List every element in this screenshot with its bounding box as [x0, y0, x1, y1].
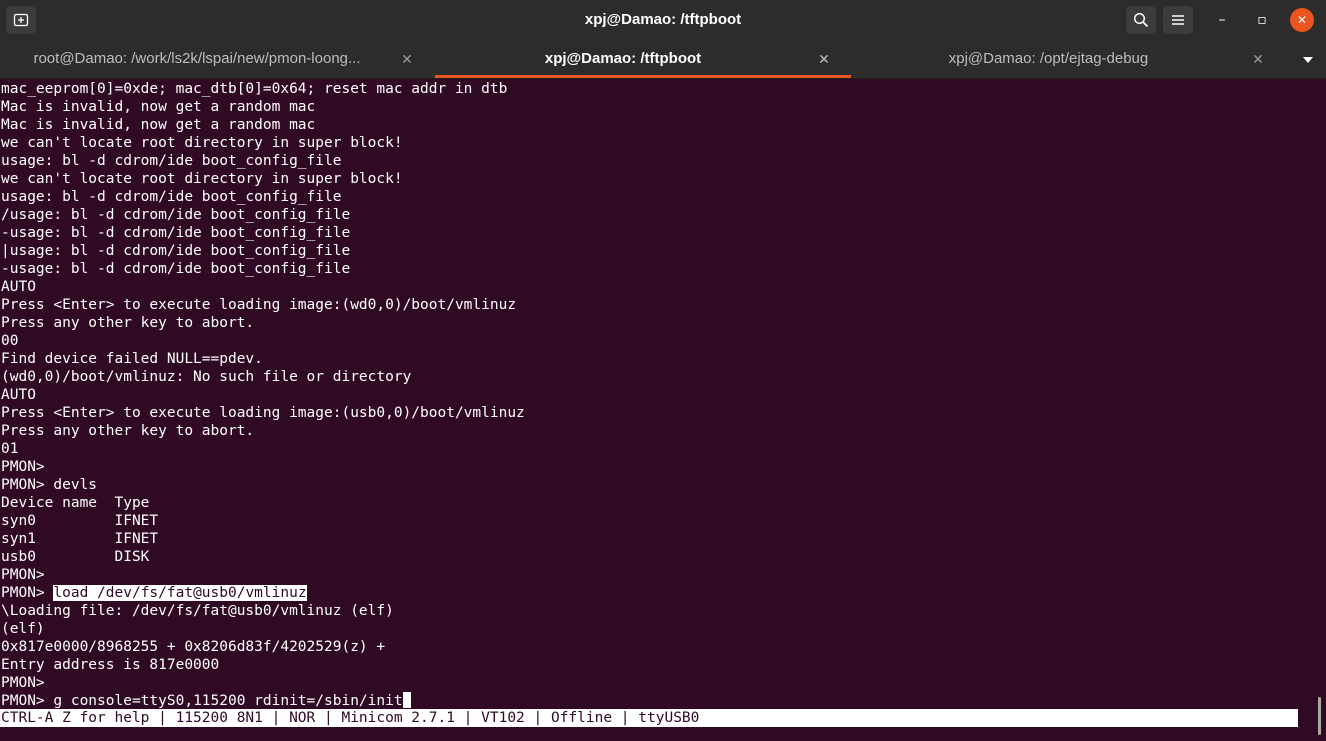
terminal-scrollbar[interactable]	[1312, 79, 1326, 741]
terminal-line: PMON>	[1, 675, 45, 691]
terminal-line: AUTO	[1, 387, 36, 403]
text-cursor	[402, 692, 411, 708]
hamburger-menu-icon	[1172, 15, 1184, 25]
search-button[interactable]	[1126, 6, 1156, 34]
terminal-line: PMON>	[1, 567, 45, 583]
maximize-icon: ▫	[1257, 12, 1267, 28]
tab-list-dropdown[interactable]	[1296, 40, 1320, 78]
tab-tftpboot[interactable]: xpj@Damao: /tftpboot ✕	[435, 40, 851, 78]
close-icon: ✕	[1296, 13, 1308, 27]
terminal-line: Find device failed NULL==pdev.	[1, 351, 263, 367]
scrollbar-thumb[interactable]	[1318, 697, 1321, 735]
prompt: PMON>	[1, 693, 54, 709]
tab-close-icon[interactable]: ✕	[1251, 40, 1265, 78]
terminal-line: PMON> devls	[1, 477, 98, 493]
active-tab-indicator	[435, 75, 851, 78]
terminal-line: syn0 IFNET	[1, 513, 159, 529]
search-icon	[1133, 12, 1149, 28]
tab-close-icon[interactable]: ✕	[400, 40, 414, 78]
terminal-line: 00	[1, 333, 19, 349]
terminal-line: we can't locate root directory in super …	[1, 135, 403, 151]
terminal-line: \Loading file: /dev/fs/fat@usb0/vmlinuz …	[1, 603, 394, 619]
terminal-line: PMON>	[1, 459, 45, 475]
tab-ejtag-debug[interactable]: xpj@Damao: /opt/ejtag-debug ✕	[852, 40, 1285, 78]
minicom-status-bar: CTRL-A Z for help | 115200 8N1 | NOR | M…	[0, 709, 1298, 727]
tab-label: root@Damao: /work/ls2k/lspai/new/pmon-lo…	[33, 50, 361, 67]
terminal-line: PMON> load /dev/fs/fat@usb0/vmlinuz	[1, 584, 307, 602]
terminal-line: Entry address is 817e0000	[1, 657, 220, 673]
terminal-line: (elf)	[1, 621, 45, 637]
chevron-down-icon	[1303, 56, 1313, 63]
terminal-line: |usage: bl -d cdrom/ide boot_config_file	[1, 243, 351, 259]
terminal-output[interactable]: mac_eeprom[0]=0xde; mac_dtb[0]=0x64; res…	[0, 79, 1312, 741]
terminal-line: usage: bl -d cdrom/ide boot_config_file	[1, 189, 342, 205]
tab-bar: root@Damao: /work/ls2k/lspai/new/pmon-lo…	[0, 40, 1326, 79]
terminal-line: -usage: bl -d cdrom/ide boot_config_file	[1, 225, 351, 241]
prompt: PMON>	[1, 585, 54, 601]
terminal-line: Press any other key to abort.	[1, 315, 255, 331]
terminal-line: Mac is invalid, now get a random mac	[1, 117, 316, 133]
tab-root-pmon[interactable]: root@Damao: /work/ls2k/lspai/new/pmon-lo…	[0, 40, 434, 78]
menu-button[interactable]	[1163, 6, 1193, 34]
terminal-line: usb0 DISK	[1, 549, 150, 565]
title-bar: xpj@Damao: /tftpboot – ▫ ✕	[0, 0, 1326, 40]
terminal-line: mac_eeprom[0]=0xde; mac_dtb[0]=0x64; res…	[1, 81, 508, 97]
terminal-line: Press <Enter> to execute loading image:(…	[1, 405, 525, 421]
command-input[interactable]: g console=ttyS0,115200 rdinit=/sbin/init	[53, 693, 402, 709]
terminal-line: -usage: bl -d cdrom/ide boot_config_file	[1, 261, 351, 277]
tab-close-icon[interactable]: ✕	[817, 40, 831, 78]
terminal-line: we can't locate root directory in super …	[1, 171, 403, 187]
current-command-line[interactable]: PMON> g console=ttyS0,115200 rdinit=/sbi…	[1, 692, 411, 710]
terminal-line: AUTO	[1, 279, 36, 295]
terminal-line: Mac is invalid, now get a random mac	[1, 99, 316, 115]
selected-load-command: load /dev/fs/fat@usb0/vmlinuz	[53, 585, 307, 601]
terminal-line: 0x817e0000/8968255 + 0x8206d83f/4202529(…	[1, 639, 386, 655]
minimize-button[interactable]: –	[1210, 8, 1234, 32]
terminal-line: Press <Enter> to execute loading image:(…	[1, 297, 517, 313]
terminal-line: /usage: bl -d cdrom/ide boot_config_file	[1, 207, 351, 223]
terminal-line: usage: bl -d cdrom/ide boot_config_file	[1, 153, 342, 169]
terminal-line: syn1 IFNET	[1, 531, 159, 547]
terminal-line: 01	[1, 441, 19, 457]
terminal-line: (wd0,0)/boot/vmlinuz: No such file or di…	[1, 369, 412, 385]
terminal-line: Press any other key to abort.	[1, 423, 255, 439]
maximize-button[interactable]: ▫	[1250, 8, 1274, 32]
close-window-button[interactable]: ✕	[1290, 8, 1314, 32]
tab-label: xpj@Damao: /opt/ejtag-debug	[948, 50, 1149, 67]
terminal-line: Device name Type	[1, 495, 150, 511]
tab-label: xpj@Damao: /tftpboot	[544, 50, 702, 67]
minimize-icon: –	[1218, 12, 1226, 28]
